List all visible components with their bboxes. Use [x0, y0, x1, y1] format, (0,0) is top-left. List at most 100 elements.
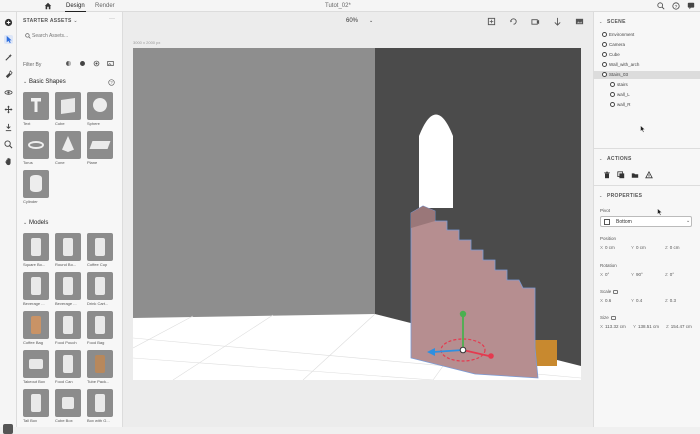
scale-y-field[interactable]: Y 0.4 [631, 298, 642, 303]
zoom-level[interactable]: 60% [346, 18, 358, 24]
hand-icon[interactable] [4, 157, 13, 166]
move-icon[interactable] [4, 105, 13, 114]
asset-preview [87, 131, 113, 159]
asset-thumbnail[interactable]: Round Bo... [55, 233, 81, 269]
rotation-x-field[interactable]: X 0° [600, 272, 609, 277]
tab-design[interactable]: Design [65, 3, 86, 12]
asset-label: Cube Box [55, 418, 73, 423]
scene-item[interactable]: Cube [594, 51, 700, 59]
position-y-field[interactable]: Y0 cm [631, 245, 646, 250]
asset-thumbnail[interactable]: Cube Box [55, 389, 81, 425]
more-options-icon[interactable]: ··· [109, 16, 115, 22]
scene-item[interactable]: stairs [594, 81, 700, 89]
home-icon[interactable] [44, 2, 52, 10]
asset-label: Food Bag [87, 340, 105, 345]
scale-z-field[interactable]: Z 0.3 [665, 298, 676, 303]
asset-thumbnail[interactable]: Drink Cart... [87, 272, 113, 308]
info-icon[interactable]: ? [108, 79, 115, 86]
asset-thumbnail[interactable]: Torus [23, 131, 49, 167]
asset-thumbnail[interactable]: Box with G... [87, 389, 113, 425]
asset-thumbnail[interactable]: Coffee Cup [87, 233, 113, 269]
magic-wand-icon[interactable] [4, 53, 13, 62]
asset-label: Torus [23, 160, 33, 165]
delete-icon[interactable] [603, 171, 611, 179]
asset-shape [61, 98, 75, 114]
asset-shape [95, 394, 105, 412]
properties-collapse-icon[interactable]: ⌄ [599, 193, 602, 198]
scene-item-label: wall_L [617, 92, 630, 97]
scene-item[interactable]: wall_R [594, 101, 700, 109]
paint-icon[interactable] [4, 70, 13, 79]
actions-collapse-icon[interactable]: ⌄ [599, 156, 602, 161]
scene-collapse-icon[interactable]: ⌄ [599, 19, 602, 24]
scene-item[interactable]: Camera [594, 41, 700, 49]
asset-label: Text [23, 121, 31, 126]
frame-icon[interactable] [487, 17, 496, 26]
search-icon[interactable] [657, 2, 665, 10]
asset-thumbnail[interactable]: Tall Box [23, 389, 49, 425]
help-icon[interactable]: ? [672, 2, 680, 10]
group-icon[interactable] [631, 171, 639, 179]
position-z-field[interactable]: Z0 cm [665, 245, 680, 250]
camera-pan-icon[interactable] [531, 17, 540, 26]
asset-thumbnail[interactable]: Food Can [55, 350, 81, 386]
position-x-field[interactable]: X0 cm [600, 245, 615, 250]
asset-thumbnail[interactable]: Beverage ... [23, 272, 49, 308]
scene-item[interactable]: Wall_with_arch [594, 61, 700, 69]
layers-icon[interactable] [3, 424, 13, 434]
select-icon[interactable] [4, 35, 13, 44]
size-x-field[interactable]: X 113.32 cm [600, 324, 626, 329]
tab-render[interactable]: Render [95, 3, 115, 9]
asset-thumbnail[interactable]: Plane [87, 131, 113, 167]
scene-item[interactable]: Stairs_03 [594, 71, 700, 79]
basic-shapes-header[interactable]: ⌄ Basic Shapes [23, 79, 66, 85]
asset-thumbnail[interactable]: Food Bag [87, 311, 113, 347]
filter-all-icon[interactable] [65, 60, 72, 67]
models-header[interactable]: ⌄ Models [23, 220, 48, 226]
align-icon[interactable] [645, 171, 653, 179]
duplicate-icon[interactable] [617, 171, 625, 179]
asset-thumbnail[interactable]: Coffee Bag [23, 311, 49, 347]
snapshot-icon[interactable] [575, 17, 584, 26]
lock-icon[interactable] [610, 315, 616, 320]
zoom-icon[interactable] [4, 140, 13, 149]
search-input[interactable] [32, 32, 117, 40]
filter-materials-icon[interactable] [93, 60, 100, 67]
3d-viewport[interactable] [133, 48, 581, 380]
zoom-chevron-icon[interactable]: ⌄ [369, 18, 373, 24]
asset-thumbnail[interactable]: Cylinder [23, 170, 49, 206]
asset-thumbnail[interactable]: Beverage ... [55, 272, 81, 308]
asset-shape [95, 238, 105, 256]
cube [535, 340, 557, 366]
scene-item[interactable]: Environment [594, 31, 700, 39]
pivot-select[interactable]: Bottom ⌄ [600, 216, 692, 227]
filter-models-icon[interactable] [79, 60, 86, 67]
rotation-z-field[interactable]: Z 0° [665, 272, 674, 277]
orbit-icon[interactable] [4, 88, 13, 97]
asset-thumbnail[interactable]: Tube Pack... [87, 350, 113, 386]
asset-label: Round Bo... [55, 262, 77, 267]
camera-orbit-icon[interactable] [509, 17, 518, 26]
asset-thumbnail[interactable]: Food Pouch [55, 311, 81, 347]
asset-preview [23, 272, 49, 300]
drop-icon[interactable] [4, 123, 13, 132]
asset-thumbnail[interactable]: Takeout Box [23, 350, 49, 386]
scale-x-field[interactable]: X 0.6 [600, 298, 611, 303]
asset-thumbnail[interactable]: Sphere [87, 92, 113, 128]
asset-thumbnail[interactable]: Square Bo... [23, 233, 49, 269]
chat-icon[interactable] [687, 2, 695, 10]
add-icon[interactable] [4, 18, 13, 27]
rotation-y-field[interactable]: Y 90° [631, 272, 643, 277]
scene-item[interactable]: wall_L [594, 91, 700, 99]
lock-icon[interactable] [613, 289, 619, 294]
size-y-field[interactable]: Y 138.51 cm [633, 324, 659, 329]
assets-header[interactable]: STARTER ASSETS ⌄ [23, 18, 78, 24]
asset-shape [31, 238, 41, 256]
asset-thumbnail[interactable]: Cone [55, 131, 81, 167]
size-z-field[interactable]: Z 154.47 cm [666, 324, 692, 329]
asset-thumbnail[interactable]: Cube [55, 92, 81, 128]
camera-dolly-icon[interactable] [553, 17, 562, 26]
asset-thumbnail[interactable]: Text [23, 92, 49, 128]
asset-label: Cone [55, 160, 65, 165]
filter-images-icon[interactable] [107, 60, 114, 67]
